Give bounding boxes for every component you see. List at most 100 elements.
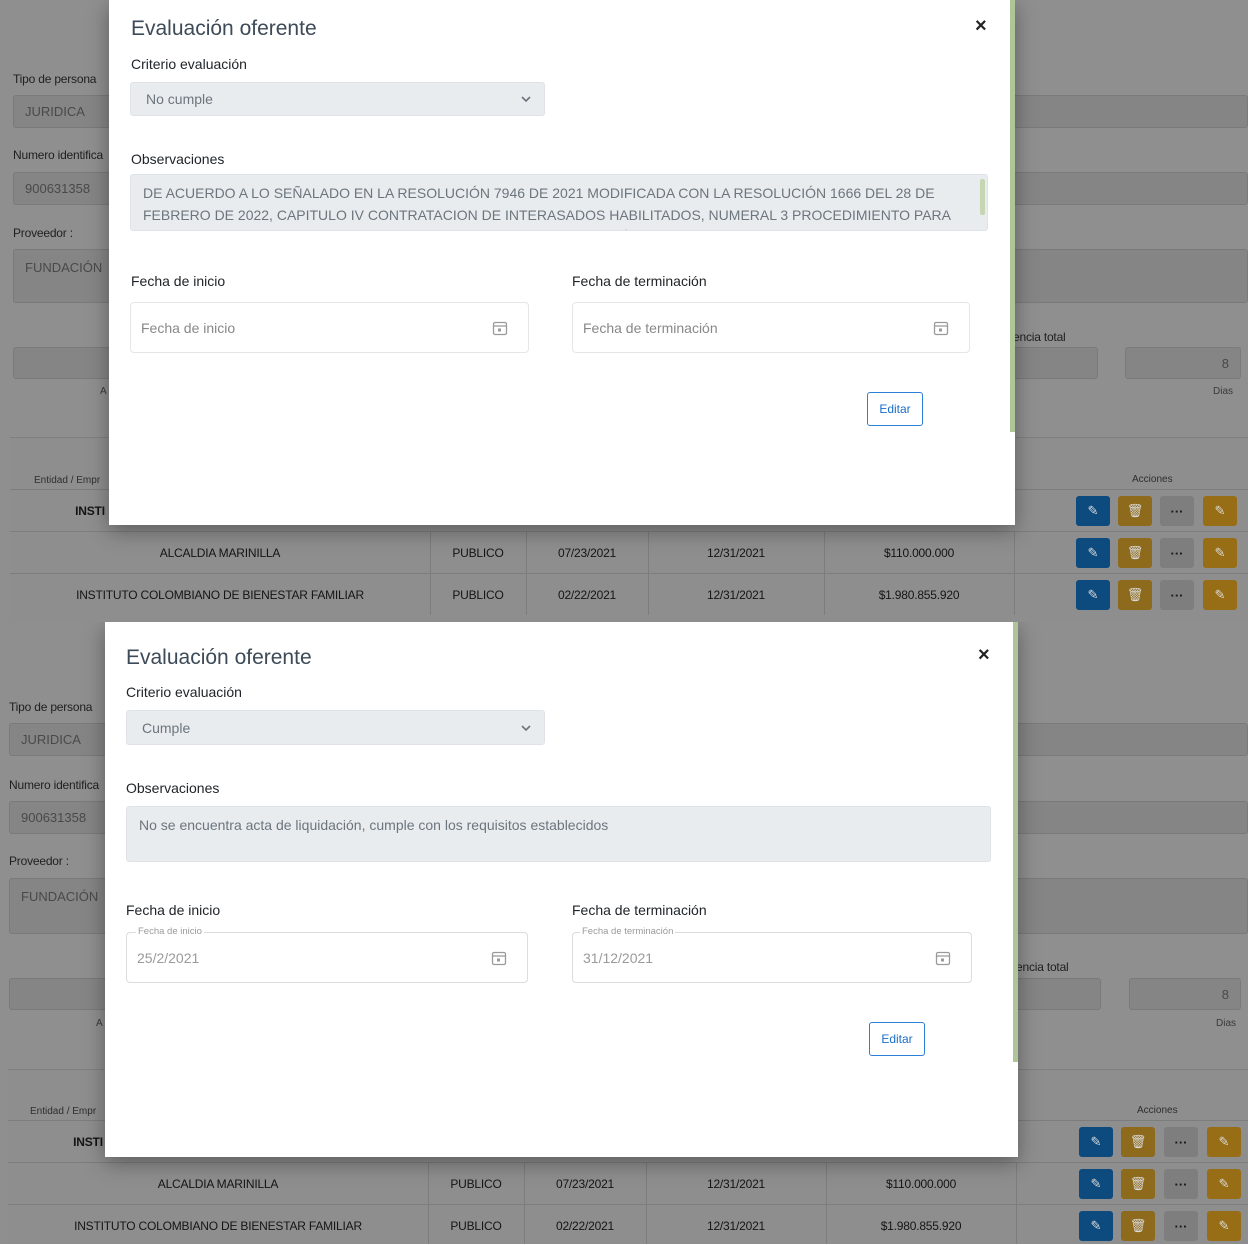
edit-button[interactable]: ✎ [1079,1211,1113,1241]
screenshot-panel-bottom: Tipo de persona JURIDICA Numero identifi… [0,622,1248,1244]
evaluacion-modal: Evaluación oferente × Criterio evaluació… [109,0,1015,525]
delete-button[interactable]: 🗑 [1121,1211,1155,1241]
criterio-select[interactable]: No cumple [130,82,545,116]
edit-button[interactable]: ✎ [1076,580,1110,610]
criterio-label: Criterio evaluación [126,684,242,700]
fecha-fin-input[interactable]: 31/12/2021 [572,932,972,983]
acciones-header: Acciones [1132,474,1173,485]
criterio-label: Criterio evaluación [131,56,247,72]
ellipsis-icon: ··· [1170,545,1184,561]
criterio-select[interactable]: Cumple [126,710,545,745]
delete-button[interactable]: 🗑 [1121,1127,1155,1157]
open-button[interactable]: ✎ [1207,1169,1241,1199]
fin-cell: 12/31/2021 [706,545,766,560]
modal-title: Evaluación oferente [131,17,317,40]
modal-scrollbar[interactable] [1013,622,1018,1062]
delete-button[interactable]: 🗑 [1121,1169,1155,1199]
ellipsis-icon: ··· [1174,1176,1188,1192]
fecha-fin-value: 31/12/2021 [583,949,654,966]
edit-button[interactable]: ✎ [1076,538,1110,568]
edit-button[interactable]: ✎ [1076,496,1110,526]
tipo-cell: PUBLICO [450,1218,502,1233]
more-button[interactable]: ··· [1164,1127,1198,1157]
years-unit: A [100,386,107,397]
days-field[interactable]: 8 [1125,347,1241,379]
inicio-cell: 02/22/2021 [557,587,617,602]
fecha-fin-label: Fecha de terminación [572,902,707,918]
observaciones-text: No se encuentra acta de liquidación, cum… [139,817,609,833]
ellipsis-icon: ··· [1174,1134,1188,1150]
delete-button[interactable]: 🗑 [1118,580,1152,610]
fecha-inicio-label: Fecha de inicio [126,902,221,918]
experiencia-label: encia total [1013,330,1066,344]
more-button[interactable]: ··· [1164,1211,1198,1241]
fecha-fin-floating-label: Fecha de terminación [580,926,676,937]
column-divider [1014,574,1015,615]
days-unit: Dias [1213,386,1234,397]
observaciones-label: Observaciones [126,780,220,796]
acciones-header: Acciones [1137,1105,1178,1116]
edit-square-icon: ✎ [1218,1134,1230,1149]
tipo-cell: PUBLICO [452,545,504,560]
modal-scrollbar[interactable] [1010,0,1015,432]
calendar-icon[interactable] [935,950,951,966]
proveedor-label: Proveedor : [9,854,69,868]
trash-icon: 🗑 [1129,1176,1147,1191]
more-button[interactable]: ··· [1160,496,1194,526]
pencil-icon: ✎ [1087,545,1099,560]
ellipsis-icon: ··· [1170,503,1184,519]
trash-icon: 🗑 [1126,587,1144,602]
column-divider [1016,1205,1017,1244]
close-icon[interactable]: × [975,16,987,36]
years-unit: A [96,1018,103,1029]
chevron-down-icon [521,724,531,731]
calendar-icon[interactable] [491,950,507,966]
more-button[interactable]: ··· [1164,1169,1198,1199]
id-label: Numero identifica [9,778,99,792]
open-button[interactable]: ✎ [1203,538,1237,568]
calendar-icon[interactable] [933,320,949,336]
observaciones-textarea[interactable]: No se encuentra acta de liquidación, cum… [126,806,991,862]
edit-square-icon: ✎ [1214,587,1226,602]
column-divider [1016,1163,1017,1204]
open-button[interactable]: ✎ [1203,580,1237,610]
editar-button[interactable]: Editar [867,392,923,426]
pencil-icon: ✎ [1090,1176,1102,1191]
trash-icon: 🗑 [1126,545,1144,560]
criterio-value: No cumple [146,91,213,107]
edit-button[interactable]: ✎ [1079,1127,1113,1157]
open-button[interactable]: ✎ [1207,1211,1241,1241]
edit-button[interactable]: ✎ [1079,1169,1113,1199]
editar-button[interactable]: Editar [869,1022,925,1056]
days-field[interactable]: 8 [1129,978,1241,1010]
persona-label: Tipo de persona [13,72,97,86]
ellipsis-icon: ··· [1174,1218,1188,1234]
calendar-icon[interactable] [492,320,508,336]
close-icon[interactable]: × [978,645,990,665]
delete-button[interactable]: 🗑 [1118,496,1152,526]
more-button[interactable]: ··· [1160,538,1194,568]
open-button[interactable]: ✎ [1203,496,1237,526]
trash-icon: 🗑 [1126,503,1144,518]
fecha-inicio-input[interactable]: 25/2/2021 [126,932,528,983]
id-label: Numero identifica [13,148,103,162]
open-button[interactable]: ✎ [1207,1127,1241,1157]
entidad-header: Entidad / Empr [34,475,101,486]
observaciones-textarea[interactable]: DE ACUERDO A LO SEÑALADO EN LA RESOLUCIÓ… [130,174,988,231]
fin-cell: 12/31/2021 [706,587,766,602]
more-button[interactable]: ··· [1160,580,1194,610]
inicio-cell: 07/23/2021 [555,1176,615,1191]
fecha-fin-input[interactable]: Fecha de terminación [572,302,970,353]
trash-icon: 🗑 [1129,1218,1147,1233]
persona-label: Tipo de persona [9,700,93,714]
fin-cell: 12/31/2021 [706,1218,766,1233]
textarea-scrollbar[interactable] [980,179,985,215]
fecha-inicio-input[interactable]: Fecha de inicio [130,302,529,353]
table-row: INSTITUTO COLOMBIANO DE BIENESTAR FAMILI… [10,573,1248,615]
delete-button[interactable]: 🗑 [1118,538,1152,568]
observaciones-text: DE ACUERDO A LO SEÑALADO EN LA RESOLUCIÓ… [143,185,951,230]
table-row: INSTITUTO COLOMBIANO DE BIENESTAR FAMILI… [8,1204,1248,1244]
pencil-icon: ✎ [1087,503,1099,518]
modal-title: Evaluación oferente [126,646,312,669]
column-divider [1014,532,1015,573]
